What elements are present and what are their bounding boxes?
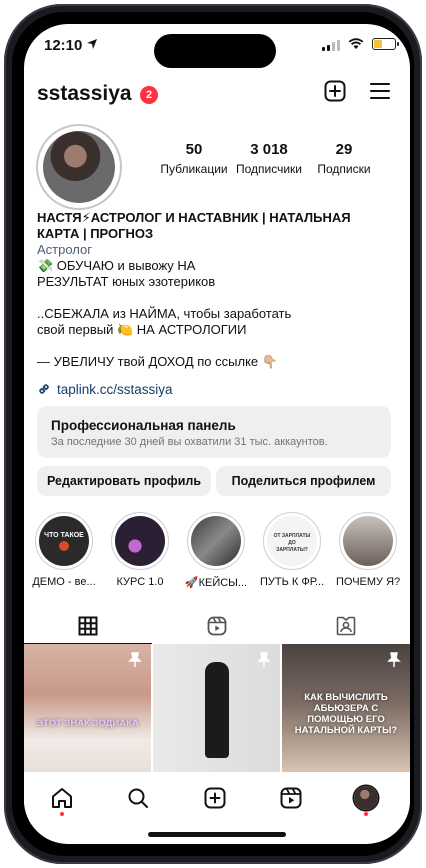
highlight-cover-text: ЧТО ТАКОЕ (44, 532, 84, 539)
post-thumbnail[interactable]: КАК ВЫЧИСЛИТЬ АБЬЮЗЕРА С ПОМОЩЬЮ ЕГО НАТ… (282, 644, 410, 772)
search-icon[interactable] (126, 786, 150, 810)
highlight-item[interactable]: 🚀КЕЙСЫ... (184, 512, 248, 589)
bio-line3: ..СБЕЖАЛА из НАЙМА, чтобы заработать (37, 306, 292, 321)
stat-following[interactable]: 29 Подписки (304, 141, 384, 176)
bio-category: Астролог (37, 242, 93, 257)
stat-posts-label: Публикации (160, 162, 228, 176)
stat-followers-label: Подписчики (235, 162, 302, 176)
highlight-cover (343, 516, 393, 566)
notification-badge: 2 (140, 86, 158, 104)
highlight-cover: ОТ ЗАРПЛАТЫ ДО ЗАРПЛАТЫ? (267, 516, 317, 566)
tagged-person-icon (336, 616, 356, 636)
bio-line1: 💸 ОБУЧАЮ и вывожу НА (37, 258, 196, 273)
pin-icon (387, 652, 401, 667)
tab-reels[interactable] (153, 608, 281, 644)
create-icon[interactable] (203, 786, 227, 810)
profile-header: sstassiya 2 (24, 76, 410, 112)
highlight-cover-text: ОТ ЗАРПЛАТЫ ДО ЗАРПЛАТЫ? (273, 533, 311, 553)
highlight-item[interactable]: КУРС 1.0 (108, 512, 172, 588)
bio-line4: свой первый 🍋 НА АСТРОЛОГИИ (37, 322, 247, 337)
bio-line2: РЕЗУЛЬТАТ юных эзотериков (37, 274, 216, 289)
stat-posts[interactable]: 50 Публикации (154, 141, 234, 176)
posts-grid: ЭТОТ ЗНАК ЗОДИАКА КАК ВЫЧИСЛИТЬ АБЬЮЗЕРА… (24, 644, 410, 772)
post-caption: ЭТОТ ЗНАК ЗОДИАКА (36, 718, 139, 729)
signal-icon (322, 40, 340, 51)
highlight-label: 🚀КЕЙСЫ... (184, 577, 248, 589)
post-thumbnail[interactable]: ЭТОТ ЗНАК ЗОДИАКА (24, 644, 151, 772)
bio-line5: — УВЕЛИЧУ твой ДОХОД по ссылке 👇🏼 (37, 354, 278, 369)
grid-icon (78, 616, 98, 636)
create-post-icon[interactable] (324, 80, 346, 102)
edit-profile-button[interactable]: Редактировать профиль (37, 466, 211, 496)
pro-panel-title: Профессиональная панель (51, 418, 236, 433)
highlight-label: ПОЧЕМУ Я? (336, 576, 400, 588)
stat-posts-value: 50 (185, 141, 203, 158)
status-bar: 12:10 (24, 24, 410, 68)
battery-icon (372, 38, 399, 50)
home-notification-dot (60, 812, 64, 816)
wifi-icon (348, 38, 364, 49)
reels-nav-icon[interactable] (279, 786, 303, 810)
home-indicator[interactable] (148, 832, 286, 837)
pro-panel-subtitle: За последние 30 дней вы охватили 31 тыс.… (51, 436, 328, 448)
highlight-cover (115, 516, 165, 566)
bio-link[interactable]: taplink.cc/sstassiya (37, 382, 173, 397)
stat-following-value: 29 (335, 141, 353, 158)
share-profile-button[interactable]: Поделиться профилем (216, 466, 391, 496)
tab-grid[interactable] (24, 608, 152, 644)
post-figure (205, 662, 229, 758)
avatar-image (43, 131, 115, 203)
post-thumbnail[interactable] (153, 644, 280, 772)
professional-dashboard[interactable]: Профессиональная панель За последние 30 … (37, 406, 391, 458)
username-title[interactable]: sstassiya (37, 82, 132, 106)
bio-name-line1: НАСТЯ⚡АСТРОЛОГ И НАСТАВНИК | НАТАЛЬНАЯ (37, 210, 351, 225)
profile-nav-avatar[interactable] (354, 786, 378, 810)
post-caption: КАК ВЫЧИСЛИТЬ АБЬЮЗЕРА С ПОМОЩЬЮ ЕГО НАТ… (294, 692, 398, 736)
profile-avatar[interactable] (36, 124, 122, 210)
screen: 12:10 sstassiya 2 50 Публикации 3 018 По… (24, 24, 410, 844)
highlight-cover (191, 516, 241, 566)
bio-link-text: taplink.cc/sstassiya (57, 382, 173, 397)
highlight-label: ПУТЬ К ФР... (260, 576, 324, 588)
location-arrow-icon (87, 39, 97, 49)
highlight-item[interactable]: ПОЧЕМУ Я? (336, 512, 400, 588)
profile-notification-dot (364, 812, 368, 816)
highlight-item[interactable]: ЧТО ТАКОЕ ДЕМО - ве... (32, 512, 96, 588)
reels-icon (207, 616, 227, 636)
stat-followers[interactable]: 3 018 Подписчики (229, 141, 309, 176)
bio-name-line2: КАРТА | ПРОГНОЗ (37, 226, 154, 241)
home-icon[interactable] (50, 786, 74, 810)
highlight-label: ДЕМО - ве... (32, 576, 96, 588)
highlight-label: КУРС 1.0 (116, 576, 164, 588)
status-time: 12:10 (44, 37, 83, 54)
bottom-navigation (24, 774, 410, 824)
dynamic-island (154, 34, 276, 68)
hamburger-menu-icon[interactable] (370, 82, 390, 100)
phone-frame: 12:10 sstassiya 2 50 Публикации 3 018 По… (4, 4, 422, 864)
tab-tagged[interactable] (282, 608, 410, 644)
pin-icon (257, 652, 271, 667)
highlight-cover: ЧТО ТАКОЕ (39, 516, 89, 566)
stat-followers-value: 3 018 (250, 141, 288, 158)
link-icon (39, 384, 49, 394)
content-tabs (24, 608, 410, 644)
highlight-item[interactable]: ОТ ЗАРПЛАТЫ ДО ЗАРПЛАТЫ? ПУТЬ К ФР... (260, 512, 324, 588)
pin-icon (128, 652, 142, 667)
stat-following-label: Подписки (317, 162, 371, 176)
